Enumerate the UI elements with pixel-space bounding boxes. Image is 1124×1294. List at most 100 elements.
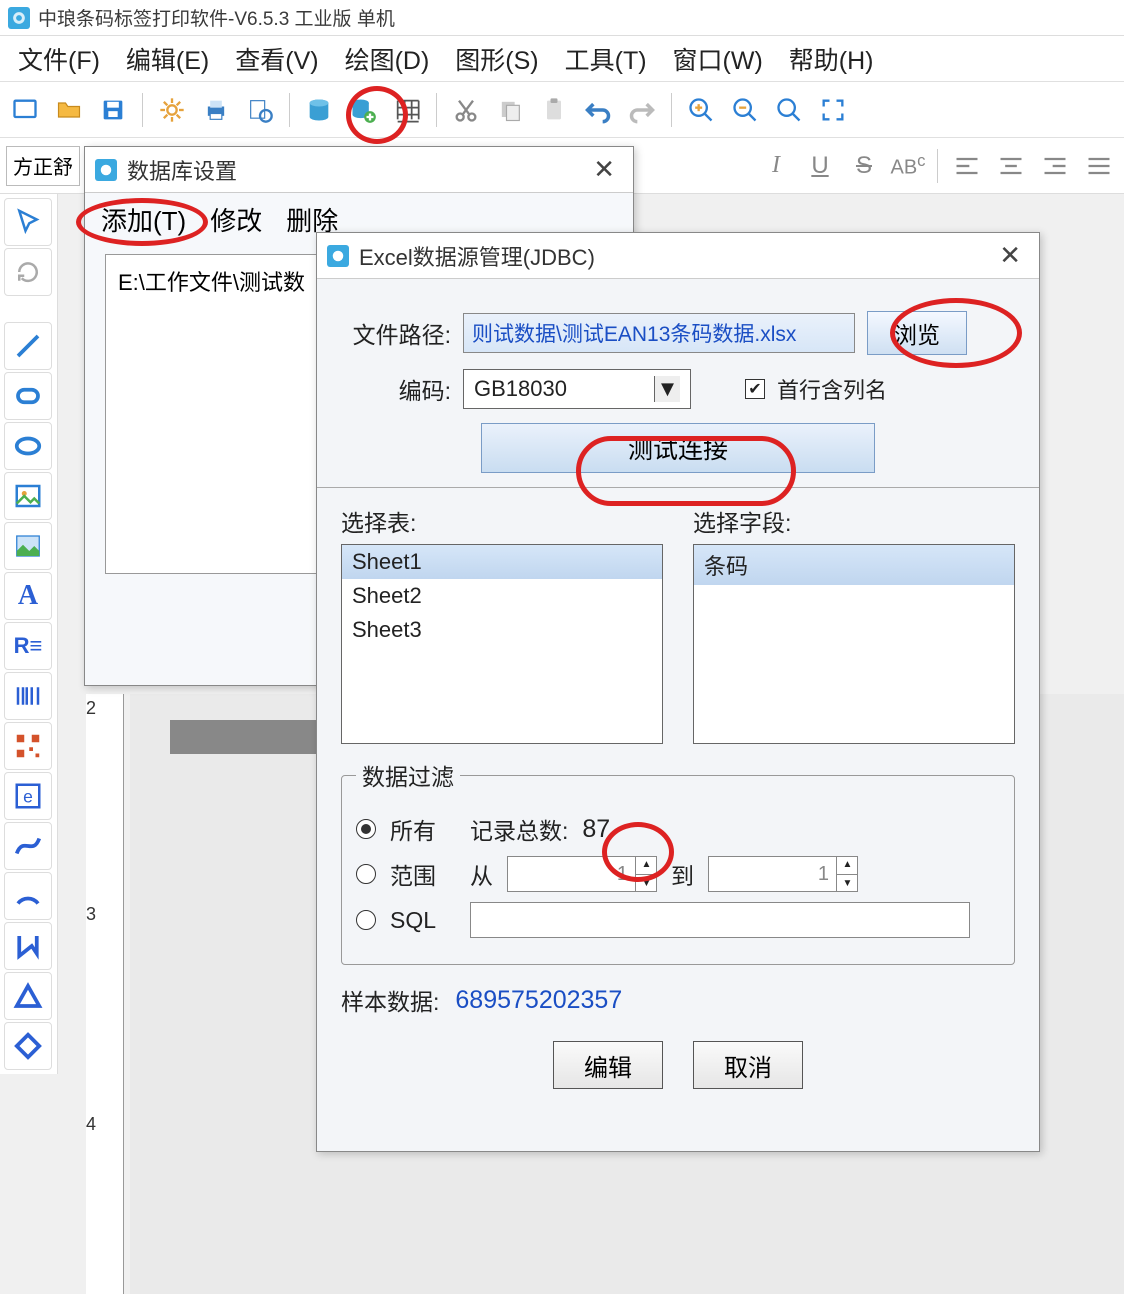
menu-edit[interactable]: 编辑(E)	[114, 37, 221, 81]
sample-value: 689575202357	[455, 986, 622, 1015]
to-label: 到	[671, 857, 694, 891]
sample-label: 样本数据:	[341, 983, 439, 1017]
diamond-tool-icon[interactable]	[4, 1022, 52, 1070]
triangle-tool-icon[interactable]	[4, 972, 52, 1020]
excel-jdbc-dialog: Excel数据源管理(JDBC) ✕ 文件路径: 浏览 编码: GB18030 …	[316, 232, 1040, 1152]
sql-input[interactable]	[470, 902, 970, 938]
db-icon[interactable]	[300, 91, 338, 129]
encoding-value: GB18030	[474, 376, 567, 402]
align-center-icon[interactable]	[992, 147, 1030, 185]
chevron-down-icon: ▼	[654, 376, 680, 402]
file-path-input[interactable]	[463, 313, 855, 353]
record-count-value: 87	[582, 815, 610, 844]
picture-tool-icon[interactable]	[4, 522, 52, 570]
field-listbox[interactable]: 条码	[693, 544, 1015, 744]
barcode-tool-icon[interactable]	[4, 672, 52, 720]
path-label: 文件路径:	[341, 316, 451, 350]
qrcode-tool-icon[interactable]	[4, 722, 52, 770]
align-justify-icon[interactable]	[1080, 147, 1118, 185]
menu-file[interactable]: 文件(F)	[6, 37, 112, 81]
dialog-icon	[95, 159, 117, 181]
spinner-icon[interactable]: ▲▼	[836, 856, 858, 892]
menu-tool[interactable]: 工具(T)	[553, 37, 659, 81]
curve-tool-icon[interactable]	[4, 822, 52, 870]
sheet-item[interactable]: Sheet3	[342, 613, 662, 647]
menu-shape[interactable]: 图形(S)	[443, 37, 550, 81]
sheet-item[interactable]: Sheet1	[342, 545, 662, 579]
zoom-in-icon[interactable]	[682, 91, 720, 129]
undo-icon[interactable]	[579, 91, 617, 129]
underline-icon[interactable]: U	[801, 147, 839, 185]
strikethrough-icon[interactable]: S	[845, 147, 883, 185]
align-right-icon[interactable]	[1036, 147, 1074, 185]
encoding-label: 编码:	[341, 372, 451, 406]
italic-icon[interactable]: I	[757, 147, 795, 185]
ecode-tool-icon[interactable]: e	[4, 772, 52, 820]
menu-window[interactable]: 窗口(W)	[661, 37, 775, 81]
new-doc-icon[interactable]	[6, 91, 44, 129]
line-tool-icon[interactable]	[4, 322, 52, 370]
svg-text:e: e	[23, 786, 33, 806]
test-connection-button[interactable]: 测试连接	[481, 423, 875, 473]
cursor-tool-icon[interactable]	[4, 198, 52, 246]
arc-tool-icon[interactable]	[4, 872, 52, 920]
cut-icon[interactable]	[447, 91, 485, 129]
superscript-icon[interactable]: ABc	[889, 147, 927, 185]
close-icon[interactable]: ✕	[585, 154, 623, 185]
font-name-input[interactable]	[6, 146, 80, 186]
main-toolbar	[0, 82, 1124, 138]
print-icon[interactable]	[197, 91, 235, 129]
select-table-label: 选择表:	[341, 504, 663, 538]
fullscreen-icon[interactable]	[814, 91, 852, 129]
radio-sql[interactable]	[356, 910, 376, 930]
app-logo-icon	[8, 7, 30, 29]
radio-sql-label: SQL	[390, 907, 436, 934]
rounded-rect-tool-icon[interactable]	[4, 372, 52, 420]
zoom-fit-icon[interactable]	[770, 91, 808, 129]
polygon-tool-icon[interactable]	[4, 922, 52, 970]
excel-dialog-title: Excel数据源管理(JDBC)	[359, 240, 595, 272]
encoding-combo[interactable]: GB18030 ▼	[463, 369, 691, 409]
rotate-tool-icon[interactable]	[4, 248, 52, 296]
radio-all-label: 所有	[390, 812, 436, 846]
text-tool-icon[interactable]: A	[4, 572, 52, 620]
radio-all[interactable]	[356, 819, 376, 839]
data-filter-group: 数据过滤 所有 记录总数: 87 范围 从 ▲▼ 到 ▲▼ SQL	[341, 758, 1015, 965]
select-field-label: 选择字段:	[693, 504, 1015, 538]
print-preview-icon[interactable]	[241, 91, 279, 129]
db-modify-tab[interactable]: 修改	[210, 201, 262, 238]
sheet-listbox[interactable]: Sheet1 Sheet2 Sheet3	[341, 544, 663, 744]
record-count-label: 记录总数:	[470, 812, 568, 846]
field-item[interactable]: 条码	[694, 545, 1014, 585]
first-row-label: 首行含列名	[777, 373, 887, 405]
browse-button[interactable]: 浏览	[867, 311, 967, 355]
paste-icon[interactable]	[535, 91, 573, 129]
from-label: 从	[470, 857, 493, 891]
menu-view[interactable]: 查看(V)	[223, 37, 330, 81]
grid-icon[interactable]	[388, 91, 426, 129]
richtext-tool-icon[interactable]: R≡	[4, 622, 52, 670]
ellipse-tool-icon[interactable]	[4, 422, 52, 470]
image-tool-icon[interactable]	[4, 472, 52, 520]
sheet-item[interactable]: Sheet2	[342, 579, 662, 613]
spinner-icon[interactable]: ▲▼	[635, 856, 657, 892]
zoom-out-icon[interactable]	[726, 91, 764, 129]
first-row-checkbox[interactable]: ✔	[745, 379, 765, 399]
settings-gear-icon[interactable]	[153, 91, 191, 129]
open-folder-icon[interactable]	[50, 91, 88, 129]
menubar: 文件(F) 编辑(E) 查看(V) 绘图(D) 图形(S) 工具(T) 窗口(W…	[0, 36, 1124, 82]
close-icon[interactable]: ✕	[991, 240, 1029, 271]
copy-icon[interactable]	[491, 91, 529, 129]
db-add-icon[interactable]	[344, 91, 382, 129]
align-left-icon[interactable]	[948, 147, 986, 185]
redo-icon[interactable]	[623, 91, 661, 129]
app-titlebar: 中琅条码标签打印软件-V6.5.3 工业版 单机	[0, 0, 1124, 36]
edit-button[interactable]: 编辑	[553, 1041, 663, 1089]
save-icon[interactable]	[94, 91, 132, 129]
menu-help[interactable]: 帮助(H)	[777, 37, 886, 81]
radio-range[interactable]	[356, 864, 376, 884]
db-add-tab[interactable]: 添加(T)	[101, 201, 186, 238]
cancel-button[interactable]: 取消	[693, 1041, 803, 1089]
menu-draw[interactable]: 绘图(D)	[333, 37, 442, 81]
vertical-ruler: 2 3 4	[86, 694, 124, 1294]
